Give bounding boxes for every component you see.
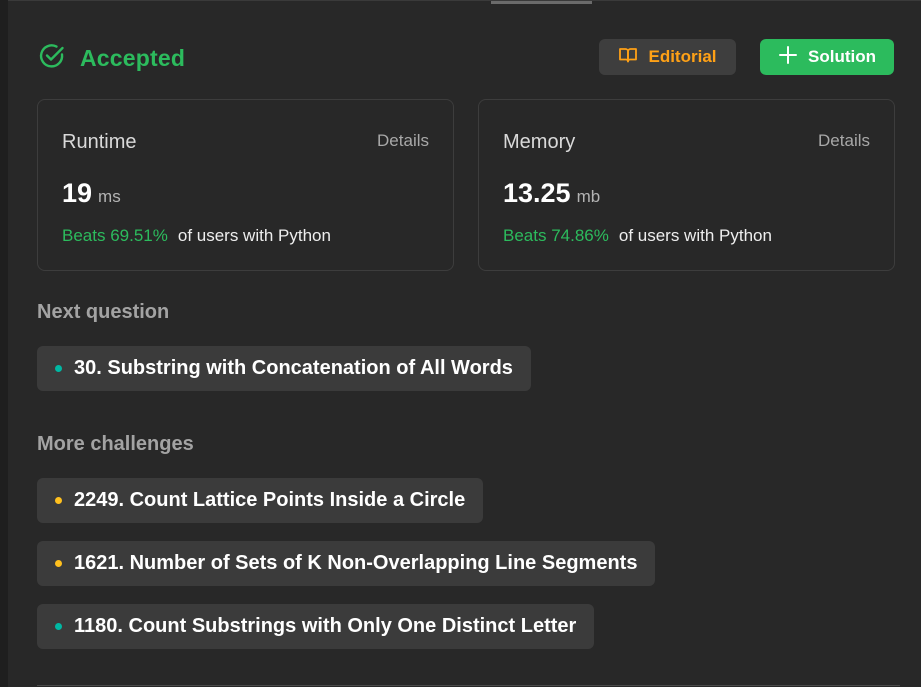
memory-beats-suffix: of users with Python [618, 226, 772, 245]
runtime-card[interactable]: Runtime Details 19 ms Beats 69.51% of us… [37, 99, 454, 271]
memory-beats-percent: Beats 74.86% [503, 226, 609, 245]
challenge-item[interactable]: 1180. Count Substrings with Only One Dis… [37, 604, 595, 649]
next-question-heading: Next question [37, 301, 170, 323]
plus-icon [778, 45, 798, 70]
question-title: 2249. Count Lattice Points Inside a Circ… [74, 489, 466, 511]
runtime-details-link[interactable]: Details [377, 131, 429, 151]
memory-details-link[interactable]: Details [818, 131, 870, 151]
memory-number: 13.25 [503, 178, 571, 208]
runtime-title: Runtime [62, 131, 137, 153]
submission-status: Accepted [38, 42, 185, 74]
more-challenges-heading: More challenges [37, 433, 194, 455]
challenge-item[interactable]: 2249. Count Lattice Points Inside a Circ… [37, 478, 484, 523]
left-gutter [0, 0, 8, 687]
memory-beats: Beats 74.86% of users with Python [503, 226, 772, 246]
submission-result-panel: Accepted Editorial Solution Runtime Deta… [8, 0, 921, 687]
runtime-unit: ms [98, 187, 121, 206]
memory-unit: mb [576, 187, 601, 206]
difficulty-dot [55, 560, 62, 567]
runtime-beats-percent: Beats 69.51% [62, 226, 168, 245]
add-solution-button[interactable]: Solution [760, 39, 894, 75]
difficulty-dot [55, 497, 62, 504]
difficulty-dot [55, 623, 62, 630]
next-question-item[interactable]: 30. Substring with Concatenation of All … [37, 346, 531, 391]
check-circle-icon [38, 42, 66, 75]
memory-card[interactable]: Memory Details 13.25 mb Beats 74.86% of … [478, 99, 895, 271]
question-title: 1180. Count Substrings with Only One Dis… [74, 615, 577, 637]
editorial-label: Editorial [648, 47, 717, 66]
editorial-button[interactable]: Editorial [599, 39, 736, 75]
status-text: Accepted [80, 44, 186, 71]
memory-title: Memory [503, 131, 576, 153]
runtime-value: 19 ms [62, 178, 121, 209]
book-icon [618, 46, 638, 69]
section-divider [37, 685, 900, 686]
difficulty-dot [55, 365, 62, 372]
runtime-beats-suffix: of users with Python [177, 226, 331, 245]
memory-value: 13.25 mb [503, 178, 600, 209]
active-tab-indicator [491, 1, 592, 4]
question-title: 30. Substring with Concatenation of All … [74, 357, 513, 379]
challenge-item[interactable]: 1621. Number of Sets of K Non-Overlappin… [37, 541, 656, 586]
runtime-beats: Beats 69.51% of users with Python [62, 226, 331, 246]
solution-label: Solution [808, 47, 876, 66]
question-title: 1621. Number of Sets of K Non-Overlappin… [74, 552, 638, 574]
runtime-number: 19 [62, 178, 93, 208]
